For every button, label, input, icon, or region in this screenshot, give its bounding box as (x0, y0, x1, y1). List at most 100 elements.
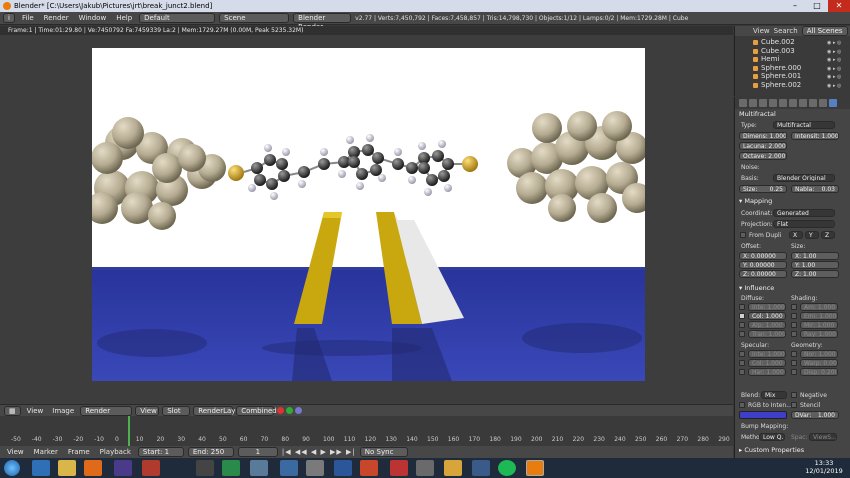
blend-selector[interactable]: Mix (761, 391, 787, 399)
scene-selector[interactable]: Scene (219, 13, 290, 23)
color-channel-icon[interactable] (277, 407, 285, 414)
size-field[interactable]: Size: 0.25 (739, 185, 787, 193)
modifiers-tab-icon[interactable] (799, 99, 807, 107)
tl-marker[interactable]: Marker (31, 448, 61, 456)
diffuse-alpha-checkbox[interactable] (739, 322, 745, 328)
geo-normal-checkbox[interactable] (791, 351, 797, 357)
pass-selector[interactable]: Combined (236, 405, 277, 416)
texture-tab-icon[interactable] (829, 99, 837, 107)
app-icon[interactable] (250, 460, 268, 476)
diffuse-translucency-field[interactable]: Tran: 1.000 (748, 330, 786, 338)
visibility-icons[interactable]: ◉ ▸ ◎ (827, 39, 847, 46)
minimize-button[interactable]: – (784, 0, 806, 12)
playback-controls[interactable]: |◀ ◀◀ ◀ ▶ ▶▶ ▶| (282, 448, 356, 456)
menu-window[interactable]: Window (76, 14, 110, 22)
coordinates-selector[interactable]: Generated (773, 209, 835, 217)
shading-ambient-checkbox[interactable] (791, 304, 797, 310)
layers-tab-icon[interactable] (749, 99, 757, 107)
outliner-display-mode[interactable]: All Scenes (801, 26, 848, 36)
shading-ray-checkbox[interactable] (791, 331, 797, 337)
image-selector[interactable]: Render Result (80, 405, 133, 424)
geo-displace-checkbox[interactable] (791, 369, 797, 375)
menu-render[interactable]: Render (41, 14, 72, 22)
diffuse-alpha-field[interactable]: Alp: 1.000 (748, 321, 786, 329)
space-selector[interactable]: ViewS... (809, 433, 837, 441)
mapping-heading[interactable]: ▾ Mapping (739, 197, 772, 205)
outliner-item[interactable]: Hemi ◉ ▸ ◎ (735, 55, 850, 64)
spotify-icon[interactable] (498, 460, 516, 476)
diffuse-intensity-checkbox[interactable] (739, 304, 745, 310)
app-icon[interactable] (416, 460, 434, 476)
size-x-field[interactable]: X: 1.00 (791, 252, 839, 260)
outliner-item[interactable]: Sphere.001 ◉ ▸ ◎ (735, 72, 850, 81)
maximize-button[interactable]: □ (806, 0, 828, 12)
size-y-field[interactable]: Y: 1.00 (791, 261, 839, 269)
outliner[interactable]: View Search All Scenes Cube.002 ◉ ▸ ◎ Cub… (734, 26, 850, 96)
diffuse-translucency-checkbox[interactable] (739, 331, 745, 337)
outliner-view[interactable]: View (753, 27, 770, 35)
stencil-checkbox[interactable] (791, 402, 797, 408)
spec-color-field[interactable]: Col: 1.000 (748, 359, 786, 367)
sync-selector[interactable]: No Sync (359, 447, 408, 457)
menu-view[interactable]: View (24, 407, 47, 415)
custom-properties-heading[interactable]: ▸ Custom Properties (739, 446, 804, 454)
axis-x-selector[interactable]: X (789, 231, 803, 239)
tl-frame[interactable]: Frame (65, 448, 93, 456)
ie-icon[interactable] (32, 460, 50, 476)
layout-selector[interactable]: Default (139, 13, 216, 23)
spec-color-checkbox[interactable] (739, 360, 745, 366)
diffuse-color-checkbox[interactable] (739, 313, 745, 319)
app-icon[interactable] (196, 460, 214, 476)
spec-hardness-field[interactable]: Har: 1.000 (748, 368, 786, 376)
visibility-icons[interactable]: ◉ ▸ ◎ (827, 48, 847, 55)
render-layer-selector[interactable]: RenderLayer (193, 405, 243, 416)
axis-z-selector[interactable]: Z (821, 231, 835, 239)
method-selector[interactable]: Low Q... (759, 433, 785, 441)
firefox-icon[interactable] (84, 460, 102, 476)
offset-y-field[interactable]: Y: 0.00000 (739, 261, 787, 269)
shading-ambient-field[interactable]: Am: 1.000 (800, 303, 838, 311)
calculator-icon[interactable] (280, 460, 298, 476)
outliner-search[interactable]: Search (774, 27, 798, 35)
app-icon[interactable] (306, 460, 324, 476)
data-tab-icon[interactable] (809, 99, 817, 107)
outliner-item[interactable]: Cube.002 ◉ ▸ ◎ (735, 38, 850, 47)
influence-heading[interactable]: ▾ Influence (739, 284, 774, 292)
outliner-item[interactable]: Cube.003 ◉ ▸ ◎ (735, 47, 850, 56)
render-tab-icon[interactable] (739, 99, 747, 107)
world-tab-icon[interactable] (769, 99, 777, 107)
shading-mirror-field[interactable]: Mir: 1.000 (800, 321, 838, 329)
color-swatch[interactable] (739, 411, 787, 419)
editor-type-button[interactable]: i (3, 13, 15, 23)
blender-taskbar-icon[interactable] (526, 460, 544, 476)
explorer-icon[interactable] (58, 460, 76, 476)
tl-view[interactable]: View (4, 448, 27, 456)
folder-icon[interactable] (444, 460, 462, 476)
from-dupli-checkbox[interactable] (740, 232, 746, 238)
geo-warp-field[interactable]: Warp: 0.000 (800, 359, 838, 367)
offset-z-field[interactable]: Z: 0.00000 (739, 270, 787, 278)
visibility-icons[interactable]: ◉ ▸ ◎ (827, 56, 847, 63)
intensity-field[interactable]: Intensit: 1.000 (791, 132, 839, 140)
menu-help[interactable]: Help (113, 14, 135, 22)
start-frame-field[interactable]: Start: 1 (137, 447, 184, 457)
word-icon[interactable] (334, 460, 352, 476)
nabla-field[interactable]: Nabla: 0.03 (791, 185, 839, 193)
view-mode-selector[interactable]: View (135, 405, 160, 416)
app-icon[interactable] (142, 460, 160, 476)
projection-selector[interactable]: Flat (773, 220, 835, 228)
spec-hardness-checkbox[interactable] (739, 369, 745, 375)
spec-intensity-checkbox[interactable] (739, 351, 745, 357)
end-frame-field[interactable]: End: 250 (187, 447, 234, 457)
start-button[interactable] (4, 460, 20, 476)
rgb-to-intensity-checkbox[interactable] (739, 402, 745, 408)
shading-emit-field[interactable]: Emi: 1.000 (800, 312, 838, 320)
alpha-channel-icon[interactable] (286, 407, 294, 414)
close-button[interactable]: ✕ (828, 0, 850, 12)
outliner-item[interactable]: Sphere.000 ◉ ▸ ◎ (735, 64, 850, 73)
negative-checkbox[interactable] (791, 392, 797, 398)
outliner-item[interactable]: Sphere.002 ◉ ▸ ◎ (735, 81, 850, 90)
app-icon[interactable] (472, 460, 490, 476)
object-tab-icon[interactable] (779, 99, 787, 107)
size-z-field[interactable]: Z: 1.00 (791, 270, 839, 278)
